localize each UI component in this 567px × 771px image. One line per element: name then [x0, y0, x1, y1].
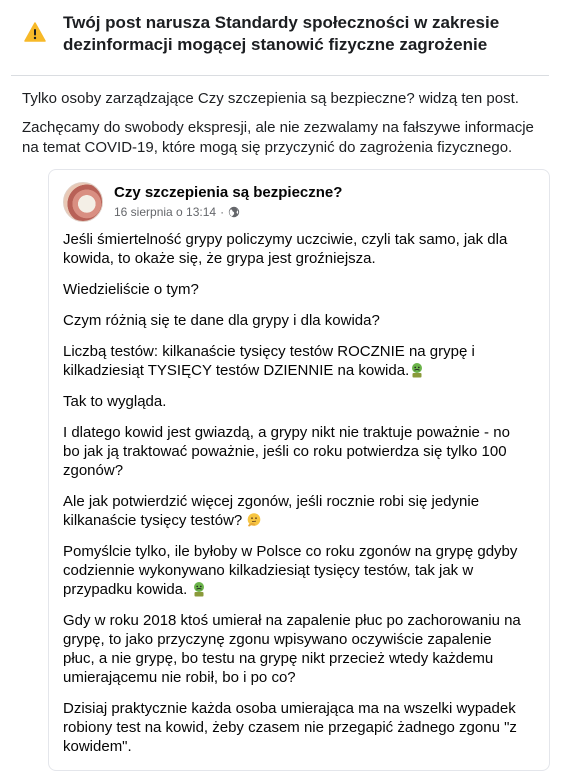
violation-header: Twój post narusza Standardy społeczności…: [0, 0, 567, 75]
post-body: Jeśli śmiertelność grypy policzymy uczci…: [63, 230, 525, 768]
globe-icon[interactable]: [228, 206, 240, 218]
post-paragraph: Tak to wygląda.: [63, 393, 167, 410]
post-paragraph: Wiedzieliście o tym?: [63, 281, 199, 298]
violation-title: Twój post narusza Standardy społeczności…: [63, 13, 500, 54]
nauseated-face-emoji: [194, 582, 205, 597]
post-date[interactable]: 16 sierpnia o 13:14: [114, 204, 216, 220]
divider: [11, 75, 549, 76]
post-paragraph-text: Ale jak potwierdzić więcej zgonów, jeśli…: [63, 493, 480, 529]
post-paragraph: Jeśli śmiertelność grypy policzymy uczci…: [63, 231, 508, 267]
post-paragraph-text: Pomyślcie tylko, ile byłoby w Polsce co …: [63, 543, 518, 598]
thinking-face-emoji: [248, 513, 261, 527]
nauseated-face-emoji: [412, 363, 423, 378]
post-paragraph: Czym różnią się te dane dla grypy i dla …: [63, 312, 380, 329]
visibility-notice: Tylko osoby zarządzające Czy szczepienia…: [22, 90, 519, 107]
post-meta: 16 sierpnia o 13:14 ·: [114, 204, 240, 220]
post-author[interactable]: Czy szczepienia są bezpieczne?: [114, 183, 342, 203]
policy-notice: Zachęcamy do swobody ekspresji, ale nie …: [22, 119, 534, 156]
post-paragraph-with-emoji: Pomyślcie tylko, ile byłoby w Polsce co …: [63, 542, 525, 599]
post-paragraph-with-emoji: Ale jak potwierdzić więcej zgonów, jeśli…: [63, 492, 525, 530]
post-paragraph-with-emoji: Liczbą testów: kilkanaście tysięcy testó…: [63, 342, 525, 380]
meta-separator: ·: [220, 205, 225, 219]
page-avatar[interactable]: [63, 182, 103, 222]
warning-icon: [24, 22, 46, 42]
post-paragraph: I dlatego kowid jest gwiazdą, a grypy ni…: [63, 424, 510, 479]
post-paragraph: Gdy w roku 2018 ktoś umierał na zapaleni…: [63, 612, 521, 686]
post-paragraph: Dzisiaj praktycznie każda osoba umierają…: [63, 700, 517, 755]
